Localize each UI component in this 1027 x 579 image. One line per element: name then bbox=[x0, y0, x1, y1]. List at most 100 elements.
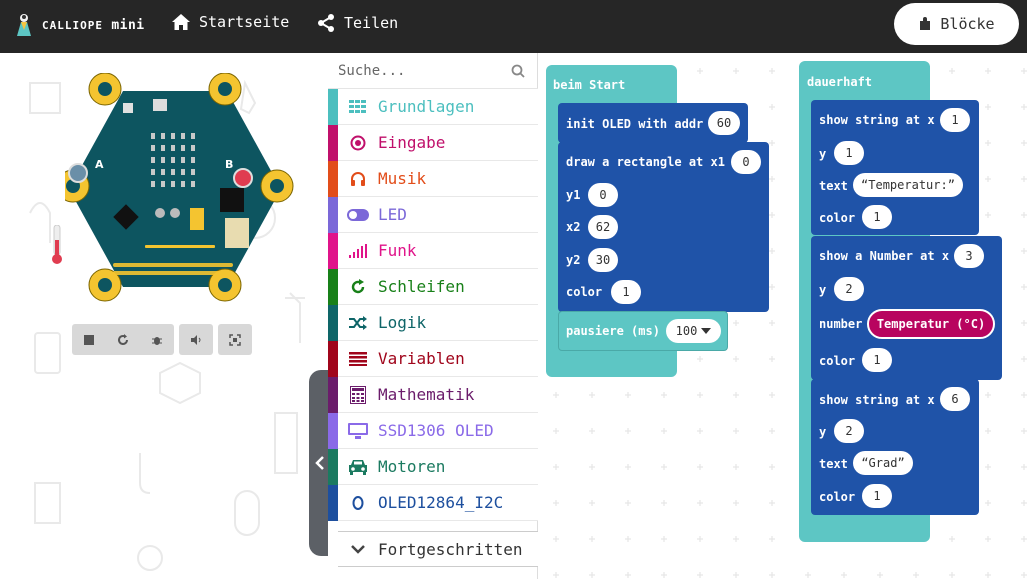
temperature-variable-block[interactable]: Temperatur (°C) bbox=[867, 309, 995, 339]
category-swatch bbox=[328, 376, 338, 413]
show-string-1-color-field[interactable]: 1 bbox=[862, 205, 892, 229]
fullscreen-button[interactable] bbox=[218, 324, 252, 355]
rect-x2-label: x2 bbox=[566, 220, 581, 234]
share-icon bbox=[318, 14, 334, 32]
svg-text:A: A bbox=[95, 158, 104, 171]
sim-control-group bbox=[72, 324, 174, 355]
show-string-2-y-field[interactable]: 2 bbox=[834, 419, 864, 443]
category-swatch bbox=[328, 340, 338, 377]
category-eingabe[interactable]: Eingabe bbox=[328, 124, 538, 161]
show-string-1-label: show string at x bbox=[819, 113, 935, 127]
category-swatch bbox=[328, 412, 338, 449]
show-string-2-color-label: color bbox=[819, 490, 856, 504]
category-label: Mathematik bbox=[378, 385, 475, 404]
rect-y1-field[interactable]: 0 bbox=[588, 183, 618, 207]
category-advanced[interactable]: Fortgeschritten bbox=[328, 531, 538, 567]
rect-color-field[interactable]: 1 bbox=[611, 280, 641, 304]
category-label: SSD1306 OLED bbox=[378, 421, 494, 440]
category-grundlagen[interactable]: Grundlagen bbox=[328, 88, 538, 125]
category-schleifen[interactable]: Schleifen bbox=[328, 268, 538, 305]
rect-color-label: color bbox=[566, 285, 603, 299]
dropdown-arrow-icon bbox=[701, 328, 712, 334]
restart-button[interactable] bbox=[106, 324, 140, 355]
category-swatch bbox=[328, 268, 338, 305]
category-funk[interactable]: Funk bbox=[328, 232, 538, 269]
pause-duration-dropdown[interactable]: 100 bbox=[666, 319, 721, 343]
category-swatch bbox=[328, 448, 338, 485]
blocks-button[interactable]: Blöcke bbox=[894, 3, 1019, 45]
category-swatch bbox=[328, 304, 338, 341]
calliope-board[interactable]: A B bbox=[65, 73, 297, 305]
show-string-2-label: show string at x bbox=[819, 393, 935, 407]
toggle-icon bbox=[338, 197, 378, 233]
mute-button[interactable] bbox=[179, 324, 213, 355]
show-string-1-color-label: color bbox=[819, 211, 856, 225]
category-led[interactable]: LED bbox=[328, 196, 538, 233]
category-swatch bbox=[328, 124, 338, 161]
category-label: Motoren bbox=[378, 457, 446, 476]
show-string-2-color-field[interactable]: 1 bbox=[862, 484, 892, 508]
forever-label: dauerhaft bbox=[807, 75, 873, 89]
signal-bars-icon bbox=[338, 233, 378, 269]
lines-icon bbox=[338, 341, 378, 377]
grid-icon bbox=[338, 89, 378, 125]
stop-button[interactable] bbox=[72, 324, 106, 355]
show-number-color-field[interactable]: 1 bbox=[862, 348, 892, 372]
debug-button[interactable] bbox=[140, 324, 174, 355]
category-logik[interactable]: Logik bbox=[328, 304, 538, 341]
sim-control-group-3 bbox=[218, 324, 252, 355]
thermometer-icon[interactable] bbox=[52, 225, 62, 265]
show-string-1-text-value: “Temperatur:” bbox=[861, 178, 955, 192]
search-icon[interactable] bbox=[511, 64, 525, 78]
show-number-color-label: color bbox=[819, 354, 856, 368]
rect-y2-label: y2 bbox=[566, 253, 581, 267]
category-label: LED bbox=[378, 205, 407, 224]
pause-duration-value: 100 bbox=[675, 324, 698, 338]
category-label: Grundlagen bbox=[378, 97, 475, 116]
shuffle-icon bbox=[338, 305, 378, 341]
category-mathematik[interactable]: Mathematik bbox=[328, 376, 538, 413]
category-oled12864-i2c[interactable]: OLED12864_I2C bbox=[328, 484, 538, 521]
show-number-x-field[interactable]: 3 bbox=[954, 244, 984, 268]
show-string-1-text-field[interactable]: “Temperatur:” bbox=[853, 173, 963, 197]
category-label: Schleifen bbox=[378, 277, 465, 296]
pause-label: pausiere (ms) bbox=[566, 324, 660, 338]
speaker-icon bbox=[191, 334, 201, 345]
nav-home[interactable]: Startseite bbox=[171, 13, 289, 31]
headphones-icon bbox=[338, 161, 378, 197]
rect-y2-field[interactable]: 30 bbox=[588, 248, 618, 272]
search-input[interactable] bbox=[338, 59, 498, 83]
category-ssd1306-oled[interactable]: SSD1306 OLED bbox=[328, 412, 538, 449]
on-start-label: beim Start bbox=[553, 78, 626, 92]
simulator-controls bbox=[72, 324, 252, 355]
show-string-2-text-label: text bbox=[819, 457, 848, 471]
show-string-2-x-field[interactable]: 6 bbox=[940, 387, 970, 411]
category-label: OLED12864_I2C bbox=[378, 493, 504, 512]
category-swatch bbox=[328, 160, 338, 197]
show-number-y-label: y bbox=[819, 283, 827, 297]
chevron-left-icon bbox=[315, 456, 324, 470]
home-icon bbox=[172, 14, 190, 30]
calculator-icon bbox=[338, 377, 378, 413]
rect-x1-field[interactable]: 0 bbox=[731, 150, 761, 174]
category-motoren[interactable]: Motoren bbox=[328, 448, 538, 485]
category-variablen[interactable]: Variablen bbox=[328, 340, 538, 377]
monitor-icon bbox=[338, 413, 378, 449]
show-string-1-x-field[interactable]: 1 bbox=[940, 108, 970, 132]
nav-share-label: Teilen bbox=[344, 14, 399, 32]
nav-home-label: Startseite bbox=[199, 13, 290, 31]
nav-share[interactable]: Teilen bbox=[316, 13, 398, 33]
stop-icon bbox=[84, 334, 94, 345]
show-string-2-text-field[interactable]: “Grad” bbox=[853, 451, 913, 475]
category-swatch bbox=[328, 531, 338, 567]
category-musik[interactable]: Musik bbox=[328, 160, 538, 197]
rect-x2-field[interactable]: 62 bbox=[588, 215, 618, 239]
show-number-y-field[interactable]: 2 bbox=[834, 277, 864, 301]
block-workspace[interactable]: beim Start init OLED with addr 60 draw a… bbox=[538, 53, 1027, 579]
show-string-1-y-field[interactable]: 1 bbox=[834, 141, 864, 165]
init-addr-field[interactable]: 60 bbox=[708, 111, 740, 135]
chevron-down-icon bbox=[338, 531, 378, 567]
fullscreen-icon bbox=[229, 333, 241, 346]
show-string-1-text-label: text bbox=[819, 179, 848, 193]
calliope-logo[interactable]: CALLIOPE mini bbox=[12, 12, 145, 38]
